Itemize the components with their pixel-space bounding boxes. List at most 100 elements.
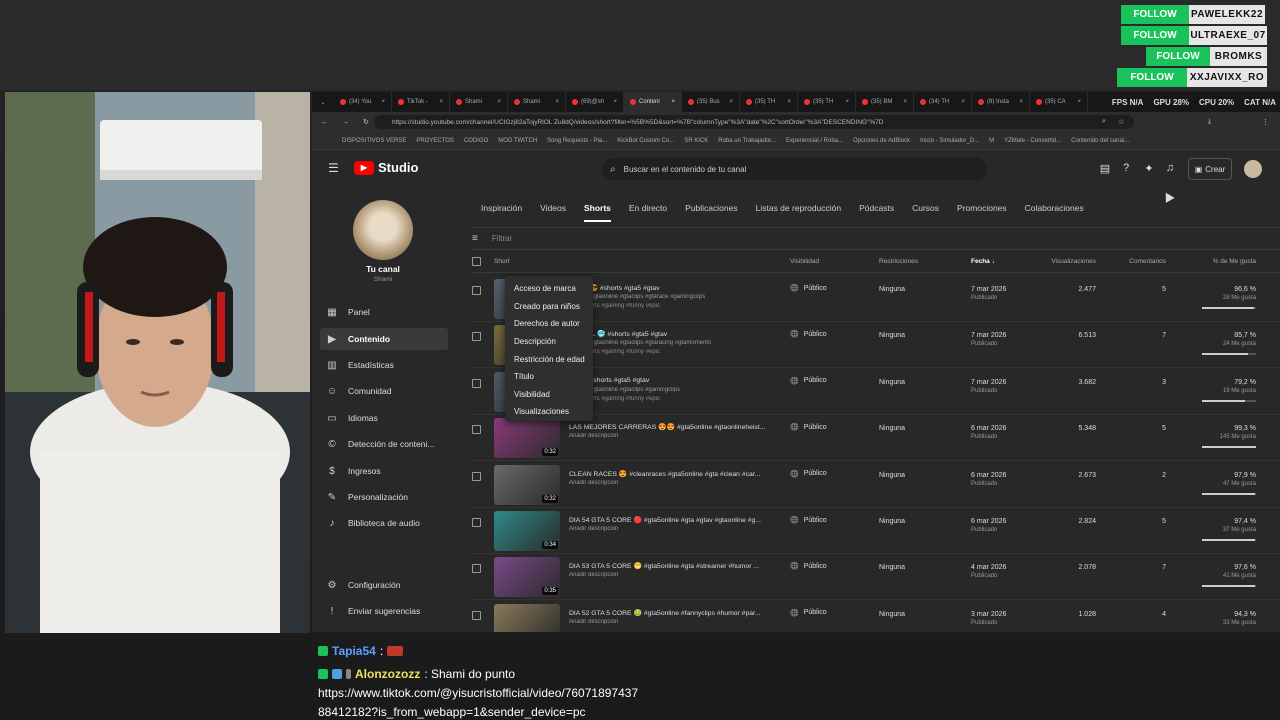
notifications-icon[interactable]: ♫ (1163, 161, 1177, 175)
browser-tab[interactable]: Shami × (450, 92, 508, 112)
video-title[interactable]: LAS MEJORES CARRERAS 😍😍 #gta5online #gta… (569, 423, 769, 431)
tab-close-icon[interactable]: × (1019, 99, 1023, 105)
tab-close-icon[interactable]: × (961, 99, 965, 105)
table-row[interactable]: DIA 52 GTA 5 CORE 🤢 #gta5online #fannycl… (472, 601, 1280, 632)
select-all-checkbox[interactable] (472, 257, 481, 266)
tab-inspiraci-n[interactable]: Inspiración (472, 188, 531, 228)
bookmark-item[interactable]: KickBot Custom Co... (617, 138, 674, 144)
bookmark-item[interactable]: Roba un Trabajador... (718, 138, 776, 144)
table-row[interactable]: O FÁCIL 🥶 #shorts #gta5 #gtav #shorts #gt… (472, 322, 1280, 369)
video-thumbnail[interactable]: 0:34 (494, 511, 560, 551)
video-title[interactable]: DIA 53 GTA 5 CORE 😁 #gta5online #gta #st… (569, 562, 769, 570)
browser-tab[interactable]: Shami × (508, 92, 566, 112)
nav-item-community[interactable]: ☺ Comunidad (320, 380, 448, 402)
tab-menu-icon[interactable]: ⌄ (312, 99, 334, 106)
nav-item-earn[interactable]: $ Ingresos (320, 460, 448, 482)
browser-tab[interactable]: (69)@sh × (566, 92, 624, 112)
bookmark-item[interactable]: Opciones de AdBlock (853, 138, 910, 144)
video-title[interactable]: CLEAN RACES 😍 #cleanraces #gta5online #g… (569, 470, 769, 478)
bookmark-item[interactable]: Contenido del canal... (1071, 138, 1129, 144)
nav-item-dashboard[interactable]: ▦ Panel (320, 301, 448, 323)
dropdown-option[interactable]: Restricción de edad (505, 350, 593, 368)
tab-p-dcasts[interactable]: Pódcasts (850, 188, 903, 228)
tab-close-icon[interactable]: × (381, 99, 385, 105)
visibility-cell[interactable]: 🌐 Público (790, 562, 827, 571)
column-date[interactable]: Fecha ↓ (971, 258, 995, 265)
bookmark-item[interactable]: M (989, 138, 994, 144)
bookmark-item[interactable]: SR KICK (684, 138, 708, 144)
browser-tab[interactable]: (8) Insta × (972, 92, 1030, 112)
column-likes[interactable]: % de Me gusta (1192, 258, 1256, 265)
visibility-cell[interactable]: 🌐 Público (790, 516, 827, 525)
dropdown-option[interactable]: Visualizaciones (505, 403, 593, 421)
row-checkbox[interactable] (472, 332, 481, 342)
tab-colaboraciones[interactable]: Colaboraciones (1016, 188, 1093, 228)
row-checkbox[interactable] (472, 286, 481, 295)
browser-tab[interactable]: (35) CA × (1030, 92, 1088, 112)
tab-close-icon[interactable]: × (439, 99, 443, 105)
bookmark-item[interactable]: MOD TWITCH (498, 138, 537, 144)
tab-close-icon[interactable]: × (671, 99, 675, 105)
browser-tab[interactable]: (35) BM × (856, 92, 914, 112)
tab-close-icon[interactable]: × (729, 99, 733, 105)
video-thumbnail[interactable]: 0:32 (494, 464, 560, 505)
back-icon[interactable]: ← (321, 119, 328, 126)
column-views[interactable]: Visualizaciones (1032, 258, 1096, 265)
filter-icon[interactable]: ≡ (472, 233, 478, 244)
tab-close-icon[interactable]: × (555, 99, 559, 105)
dropdown-option[interactable]: Visibilidad (505, 386, 593, 404)
bookmark-item[interactable]: DISPOSITIVOS VERSE (342, 138, 406, 144)
visibility-cell[interactable]: 🌐 Público (790, 609, 827, 617)
bookmark-item[interactable]: Experiencial / Roba... (786, 138, 843, 144)
tab-close-icon[interactable]: × (787, 99, 791, 105)
row-checkbox[interactable] (472, 518, 481, 527)
nav-item-subtitles[interactable]: ▭ Idiomas (320, 407, 448, 429)
bookmark-item[interactable]: Song Requests - Pla... (547, 138, 607, 144)
tab-en-directo[interactable]: En directo (620, 188, 676, 228)
visibility-cell[interactable]: 🌐 Público (790, 377, 827, 385)
table-row[interactable]: 0:35 DIA 53 GTA 5 CORE 😁 #gta5online #gta… (472, 554, 1280, 601)
nav-item-content[interactable]: ▶ Contenido (320, 328, 448, 350)
dropdown-option[interactable]: Derechos de autor (505, 315, 593, 333)
url-input[interactable]: https://studio.youtube.com/channel/UCIGz… (374, 115, 1134, 129)
hamburger-menu-icon[interactable]: ☰ (328, 161, 339, 175)
browser-tab[interactable]: Conteni × (624, 92, 682, 112)
video-thumbnail[interactable]: 0:32 (494, 418, 560, 459)
tab-close-icon[interactable]: × (1077, 99, 1081, 105)
browser-tab[interactable]: (35) Bus × (682, 92, 740, 112)
tab-close-icon[interactable]: × (845, 99, 849, 105)
help-icon[interactable]: ? (1119, 161, 1133, 175)
tab-videos[interactable]: Videos (531, 188, 575, 228)
nav-item-settings[interactable]: ⚙ Configuración (320, 574, 448, 596)
video-title[interactable]: TOTO 😎 #shorts #gta5 #gtav (569, 284, 769, 292)
dropdown-option[interactable]: Descripción (505, 333, 593, 351)
video-title[interactable]: DIA 54 GTA 5 CORE 🔴 #gta5online #gta #gt… (569, 516, 769, 524)
tab-shorts[interactable]: Shorts (575, 188, 620, 228)
bookmark-item[interactable]: PROYECTOS (416, 138, 454, 144)
account-avatar[interactable] (1244, 160, 1262, 178)
visibility-cell[interactable]: 🌐 Público (790, 423, 827, 432)
tab-close-icon[interactable]: × (497, 99, 501, 105)
table-row[interactable]: TOTO 😎 #shorts #gta5 #gtav #shorts #gtaon… (472, 276, 1280, 322)
column-visibility[interactable]: Visibilidad (790, 258, 819, 265)
bookmark-item[interactable]: CODIGO (464, 138, 488, 144)
download-icon[interactable]: ⤓ (1208, 118, 1211, 126)
row-checkbox[interactable] (472, 610, 481, 620)
video-title[interactable]: DIA 52 GTA 5 CORE 🤢 #gta5online #fannycl… (569, 609, 769, 617)
search-input[interactable]: ⌕ Buscar en el contenido de tu canal (602, 158, 987, 180)
visibility-cell[interactable]: 🌐 Público (790, 470, 827, 478)
tab-cursos[interactable]: Cursos (903, 188, 948, 228)
tab-close-icon[interactable]: × (613, 99, 617, 105)
table-row[interactable]: TOTO #shorts #gta5 #gtav #shorts #gtaonli… (472, 369, 1280, 415)
forward-icon[interactable]: → (342, 119, 349, 126)
visibility-cell[interactable]: 🌐 Público (790, 284, 827, 293)
channel-label[interactable]: Tu canal (312, 264, 454, 274)
row-checkbox[interactable] (472, 378, 481, 388)
create-button[interactable]: ▣ Crear (1188, 158, 1232, 180)
dropdown-option[interactable]: Acceso de marca (505, 280, 593, 298)
column-comments[interactable]: Comentarios (1112, 258, 1166, 265)
table-row[interactable]: 0:32 LAS MEJORES CARRERAS 😍😍 #gta5online … (472, 415, 1280, 462)
visibility-cell[interactable]: 🌐 Público (790, 330, 827, 339)
row-checkbox[interactable] (472, 564, 481, 574)
video-title[interactable]: TOTO #shorts #gta5 #gtav (569, 377, 769, 384)
